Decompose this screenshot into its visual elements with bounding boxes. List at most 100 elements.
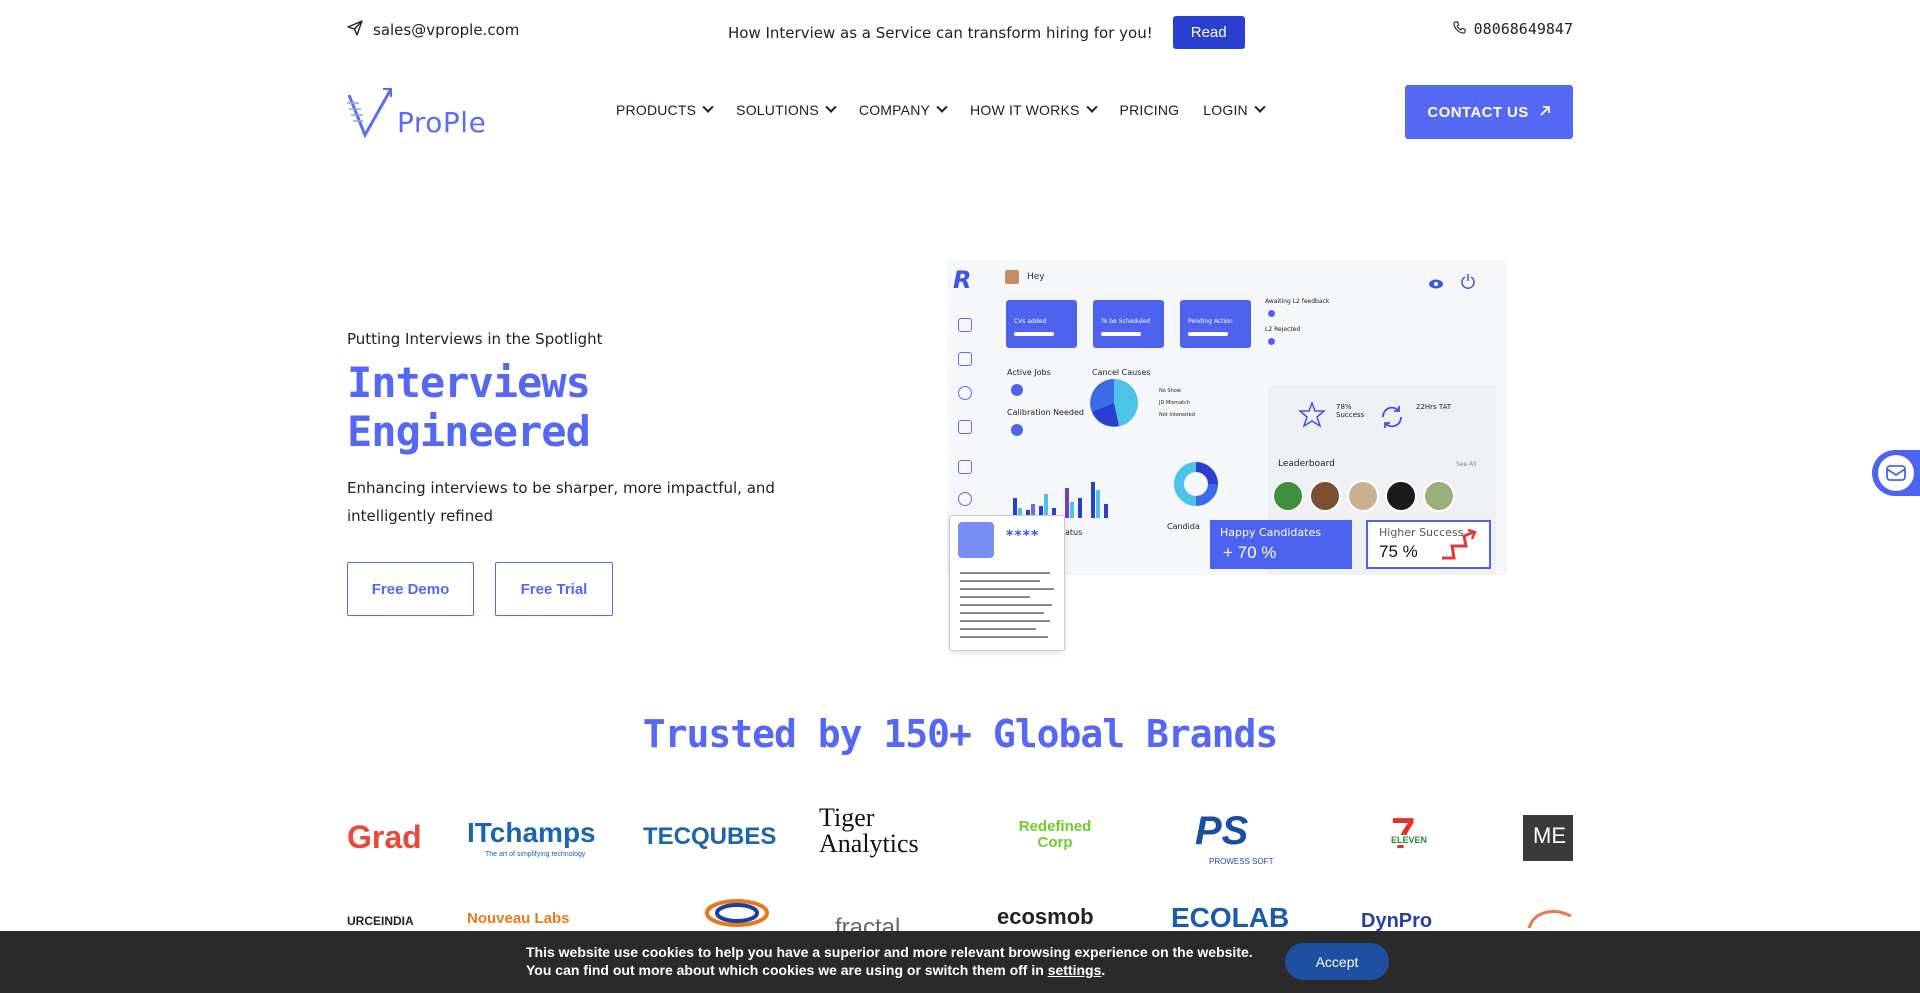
- brand-logo-sourceindia: URCEINDIA: [347, 914, 414, 928]
- accept-cookies-button[interactable]: Accept: [1285, 943, 1389, 980]
- partial-logo-icon: [1525, 906, 1573, 931]
- resume-card-illustration: ****: [949, 515, 1065, 651]
- contact-label: CONTACT US: [1427, 103, 1529, 121]
- floating-mail-button[interactable]: [1872, 450, 1920, 496]
- brand-logo-fractal: fractal: [835, 914, 901, 931]
- avatar: [1423, 480, 1455, 512]
- cancel-legend-3: Not Interested: [1159, 412, 1195, 418]
- cookie-settings-link[interactable]: settings: [1048, 962, 1102, 978]
- calibration-label: Calibration Needed: [1007, 408, 1084, 417]
- text-line: [960, 596, 1030, 598]
- send-icon: [347, 20, 363, 40]
- brand-logo-prowess-soft: PS: [1195, 809, 1249, 853]
- email-text: sales@vprople.com: [373, 21, 520, 39]
- cancel-pie-icon: [1089, 378, 1139, 432]
- read-button[interactable]: Read: [1172, 16, 1245, 49]
- hero-section: Putting Interviews in the Spotlight Inte…: [347, 330, 847, 616]
- logo[interactable]: ProPle: [347, 85, 486, 139]
- success-label: 78% Success: [1336, 403, 1365, 419]
- phone-icon: [1453, 20, 1466, 38]
- text-line: [960, 636, 1048, 638]
- brand-logo-redefined-corp: Redefined Corp: [1018, 818, 1092, 851]
- document-icon: [958, 522, 994, 558]
- see-all-link: See All: [1456, 461, 1477, 468]
- leaderboard-title: Leaderboard: [1278, 459, 1335, 469]
- phone-link[interactable]: 08068649847: [1453, 20, 1573, 38]
- rejected-dot: [1268, 338, 1275, 345]
- promo-text: How Interview as a Service can transform…: [728, 23, 1153, 42]
- cookie-line-2-prefix: You can find out more about which cookie…: [526, 962, 1048, 978]
- orbit-logo-icon: [705, 898, 769, 931]
- phone-text: 08068649847: [1473, 20, 1573, 38]
- brand-logo-ecosmob: ecosmob: [997, 904, 1094, 929]
- brand-logo-itchamps: ITchamps: [467, 817, 596, 848]
- brand-logos-row-2: URCEINDIA Nouveau Labs fractal ecosmob E…: [347, 894, 1573, 931]
- avatar: [1005, 270, 1019, 284]
- brand-logo-tiger-analytics: Tiger Analytics: [819, 805, 919, 858]
- stat-label: Pending Action: [1188, 318, 1233, 325]
- briefcase-icon: [958, 352, 972, 366]
- brand-logo-me: ME: [1523, 815, 1573, 861]
- nav-item-login[interactable]: LOGIN: [1203, 101, 1266, 118]
- donut-chart-icon: [1172, 460, 1220, 512]
- email-link[interactable]: sales@vprople.com: [347, 20, 519, 40]
- text-line: [960, 612, 1044, 614]
- settings-icon: [958, 492, 972, 506]
- nav-item-products[interactable]: PRODUCTS: [616, 101, 714, 118]
- brand-logo-itchamps-tagline: The art of simplifying technology: [485, 851, 586, 858]
- awaiting-dot: [1268, 310, 1275, 317]
- text-line: [960, 604, 1052, 606]
- main-nav: ProPle PRODUCTS SOLUTIONS COMPANY HOW IT…: [0, 85, 1920, 145]
- avatar: [1272, 480, 1304, 512]
- free-demo-button[interactable]: Free Demo: [347, 562, 474, 616]
- nav-item-company[interactable]: COMPANY: [858, 101, 948, 118]
- brand-logo-7eleven: 7: [1391, 809, 1416, 858]
- nav-label: PRODUCTS: [616, 102, 697, 118]
- text-line: [960, 628, 1036, 630]
- hero-title: Interviews Engineered: [347, 358, 591, 456]
- happy-candidates-badge: Happy Candidates + 70 %: [1210, 520, 1352, 569]
- brand-logos-row-1: Grad ITchamps The art of simplifying tec…: [347, 805, 1573, 865]
- trusted-title: Trusted by 150+ Global Brands: [642, 712, 1278, 756]
- brand-logo-tecqubes: TECQUBES: [643, 823, 777, 850]
- stat-label: To be Scheduled: [1101, 318, 1151, 325]
- candidate-label: Candida: [1167, 522, 1200, 531]
- brand-logo-nouveau-labs: Nouveau Labs: [467, 910, 570, 927]
- brand-logo-7eleven-text: ELEVEN: [1391, 835, 1428, 845]
- nav-label: SOLUTIONS: [736, 102, 819, 118]
- contact-us-button[interactable]: CONTACT US: [1405, 85, 1573, 139]
- stat-card-pending: Pending Action: [1180, 300, 1251, 348]
- top-bar: sales@vprople.com How Interview as a Ser…: [0, 0, 1920, 60]
- mail-icon: [1878, 455, 1914, 491]
- free-trial-button[interactable]: Free Trial: [495, 562, 613, 616]
- rejected-label: L2 Rejected: [1265, 326, 1301, 333]
- logo-text: ProPle: [397, 106, 487, 139]
- nav-label: COMPANY: [858, 102, 931, 118]
- higher-success-badge: Higher Success 75 %: [1366, 520, 1491, 569]
- active-jobs-label: Active Jobs: [1007, 368, 1051, 377]
- nav-item-pricing[interactable]: PRICING: [1120, 102, 1180, 118]
- stat-card-schedule: To be Scheduled: [1093, 300, 1164, 348]
- avatar: [1347, 480, 1379, 512]
- stat-label: CVs added: [1014, 318, 1047, 325]
- chevron-down-icon: [936, 101, 948, 113]
- chevron-down-icon: [1085, 101, 1098, 113]
- nav-label: LOGIN: [1203, 102, 1248, 118]
- refresh-icon: [1378, 403, 1406, 435]
- avatar: [1309, 480, 1341, 512]
- happy-label: Happy Candidates: [1220, 526, 1321, 539]
- trend-up-icon: [1438, 528, 1478, 566]
- logo-v-mark: [347, 85, 393, 139]
- tat-label: 22Hrs TAT: [1416, 403, 1452, 411]
- nav-item-how-it-works[interactable]: HOW IT WORKS: [970, 101, 1098, 118]
- badge-star-icon: [1297, 400, 1327, 433]
- home-icon: [958, 318, 972, 332]
- arrow-up-right-icon: [1539, 104, 1551, 121]
- chart-icon: [958, 420, 972, 434]
- stat-card-cvs: CVs added: [1006, 300, 1077, 348]
- nav-item-solutions[interactable]: SOLUTIONS: [736, 101, 837, 118]
- hero-description: Enhancing interviews to be sharper, more…: [347, 479, 775, 525]
- status-label: atus: [1065, 528, 1083, 537]
- dashboard-greeting: Hey: [1005, 270, 1045, 284]
- cookie-line-2-suffix: .: [1101, 962, 1106, 978]
